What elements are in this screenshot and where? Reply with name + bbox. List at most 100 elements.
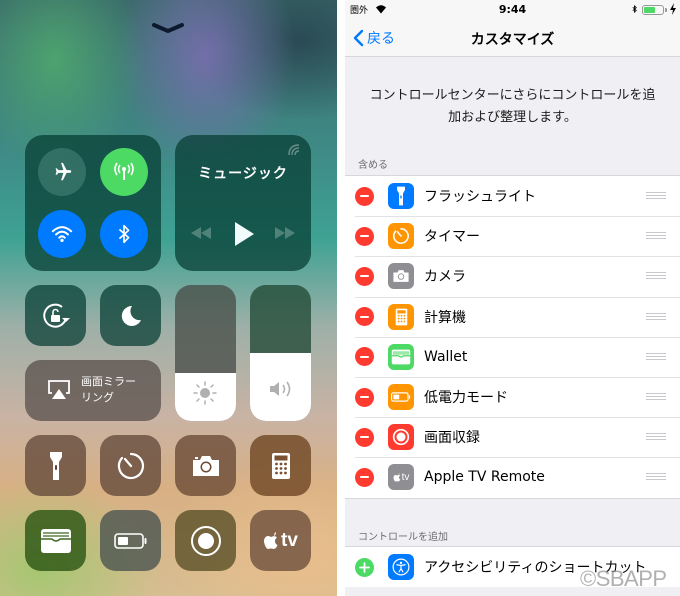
- remove-button[interactable]: [355, 467, 374, 487]
- screen-recording-button[interactable]: [175, 510, 236, 571]
- remove-button[interactable]: [355, 307, 374, 327]
- control-row[interactable]: 低電力モード: [345, 376, 680, 417]
- remove-button[interactable]: [355, 427, 374, 447]
- wallet-icon: [40, 528, 71, 553]
- screen-mirroring-label-line2: リング: [81, 391, 114, 404]
- airplay-audio-icon[interactable]: [287, 143, 301, 157]
- control-row[interactable]: フラッシュライト: [345, 176, 680, 216]
- included-controls-list: フラッシュライト タイマーカメラ計算機 Wallet 低電力モード画面収録 tv Appl…: [345, 175, 680, 499]
- control-label: 計算機: [424, 309, 466, 326]
- included-section-header: 含める: [358, 160, 388, 171]
- screen-mirroring-label-line1: 画面ミラー: [81, 375, 136, 388]
- apple-tv-icon: tv: [388, 464, 414, 491]
- flashlight-icon: [49, 451, 62, 480]
- volume-slider[interactable]: [250, 285, 311, 421]
- control-label: タイマー: [424, 229, 480, 246]
- control-row[interactable]: タイマー: [345, 216, 680, 256]
- flashlight-icon: [388, 183, 414, 210]
- timer-icon: [117, 452, 144, 479]
- wifi-toggle[interactable]: [38, 210, 86, 258]
- apple-tv-icon: [263, 531, 278, 549]
- remove-button[interactable]: [355, 186, 374, 206]
- reorder-handle-icon[interactable]: [646, 393, 666, 401]
- status-bar: 圏外 9:44: [345, 0, 680, 20]
- control-label: カメラ: [424, 269, 466, 286]
- music-title: ミュージック: [198, 166, 288, 182]
- battery-indicator: [642, 5, 664, 15]
- control-row[interactable]: tv Apple TV Remote: [345, 457, 680, 497]
- remove-button[interactable]: [355, 347, 374, 367]
- chevron-down-icon[interactable]: [151, 22, 185, 34]
- control-row[interactable]: 画面収録: [345, 417, 680, 457]
- cellular-data-toggle[interactable]: [100, 148, 148, 196]
- reorder-handle-icon[interactable]: [646, 192, 666, 200]
- charging-bolt-icon: [670, 3, 676, 15]
- control-center: ミュージック 画面ミラー リング tv: [0, 0, 337, 596]
- speaker-icon: [270, 381, 291, 397]
- timer-icon: [388, 223, 414, 250]
- accessibility-icon: [388, 554, 414, 581]
- wifi-icon: [51, 226, 73, 243]
- wallet-button[interactable]: [25, 510, 86, 571]
- plus-icon: [359, 561, 370, 573]
- remove-button[interactable]: [355, 266, 374, 286]
- connectivity-module: [25, 135, 161, 271]
- reorder-handle-icon[interactable]: [646, 473, 666, 481]
- page-title: カスタマイズ: [470, 32, 555, 48]
- play-icon[interactable]: [232, 221, 256, 247]
- moon-icon: [121, 305, 141, 326]
- antenna-icon: [114, 162, 134, 180]
- add-button[interactable]: [355, 557, 374, 577]
- airplane-mode-toggle[interactable]: [38, 148, 86, 196]
- brightness-slider[interactable]: [175, 285, 236, 421]
- orientation-lock-button[interactable]: [25, 285, 86, 346]
- reorder-handle-icon[interactable]: [646, 352, 666, 361]
- apple-tv-remote-button[interactable]: tv: [250, 510, 311, 571]
- control-label: 画面収録: [424, 430, 480, 447]
- fast-forward-icon[interactable]: [273, 225, 297, 241]
- wallet-icon: [388, 343, 414, 370]
- reorder-handle-icon[interactable]: [646, 433, 666, 441]
- remove-button[interactable]: [355, 226, 374, 246]
- bluetooth-toggle[interactable]: [100, 210, 148, 258]
- control-row[interactable]: カメラ: [345, 256, 680, 296]
- control-label: フラッシュライト: [424, 189, 536, 206]
- reorder-handle-icon[interactable]: [646, 232, 666, 240]
- sun-icon: [193, 381, 217, 405]
- low-power-mode-button[interactable]: [100, 510, 161, 571]
- do-not-disturb-button[interactable]: [100, 285, 161, 346]
- battery-icon: [388, 384, 414, 411]
- airplay-screen-icon: [48, 380, 70, 399]
- flashlight-button[interactable]: [25, 435, 86, 496]
- battery-level: [644, 7, 655, 13]
- more-controls-section-header: コントロールを追加: [358, 532, 448, 543]
- customize-controls-screen: 圏外 9:44 戻る カスタマイズ コントロールセンターにさらにコントロールを追…: [345, 0, 680, 596]
- reorder-handle-icon[interactable]: [646, 272, 666, 280]
- calculator-button[interactable]: [250, 435, 311, 496]
- remove-button[interactable]: [355, 387, 374, 407]
- camera-icon: [192, 455, 219, 476]
- apple-tv-text: tv: [401, 471, 410, 483]
- control-label: Wallet: [424, 348, 468, 365]
- control-row[interactable]: Wallet: [345, 336, 680, 377]
- screen-mirroring-button[interactable]: 画面ミラー リング: [25, 360, 161, 421]
- watermark: ©SBAPP: [580, 566, 667, 591]
- control-row[interactable]: 計算機: [345, 296, 680, 337]
- description-text: コントロールセンターにさらにコントロールを追加および整理します。: [369, 88, 656, 125]
- rotation-lock-icon: [42, 303, 70, 328]
- bluetooth-icon: [118, 224, 130, 244]
- record-icon: [388, 424, 414, 451]
- reorder-handle-icon[interactable]: [646, 312, 666, 321]
- bluetooth-status-icon: [632, 4, 637, 14]
- control-label: Apple TV Remote: [424, 469, 545, 486]
- camera-icon: [388, 263, 414, 290]
- camera-button[interactable]: [175, 435, 236, 496]
- music-module[interactable]: ミュージック: [175, 135, 311, 271]
- rewind-icon[interactable]: [189, 225, 213, 241]
- navigation-bar: 戻る カスタマイズ: [345, 20, 680, 57]
- battery-tip: [665, 8, 667, 12]
- calculator-icon: [271, 452, 290, 479]
- clock: 9:44: [498, 3, 527, 16]
- airplane-icon: [55, 162, 72, 181]
- timer-button[interactable]: [100, 435, 161, 496]
